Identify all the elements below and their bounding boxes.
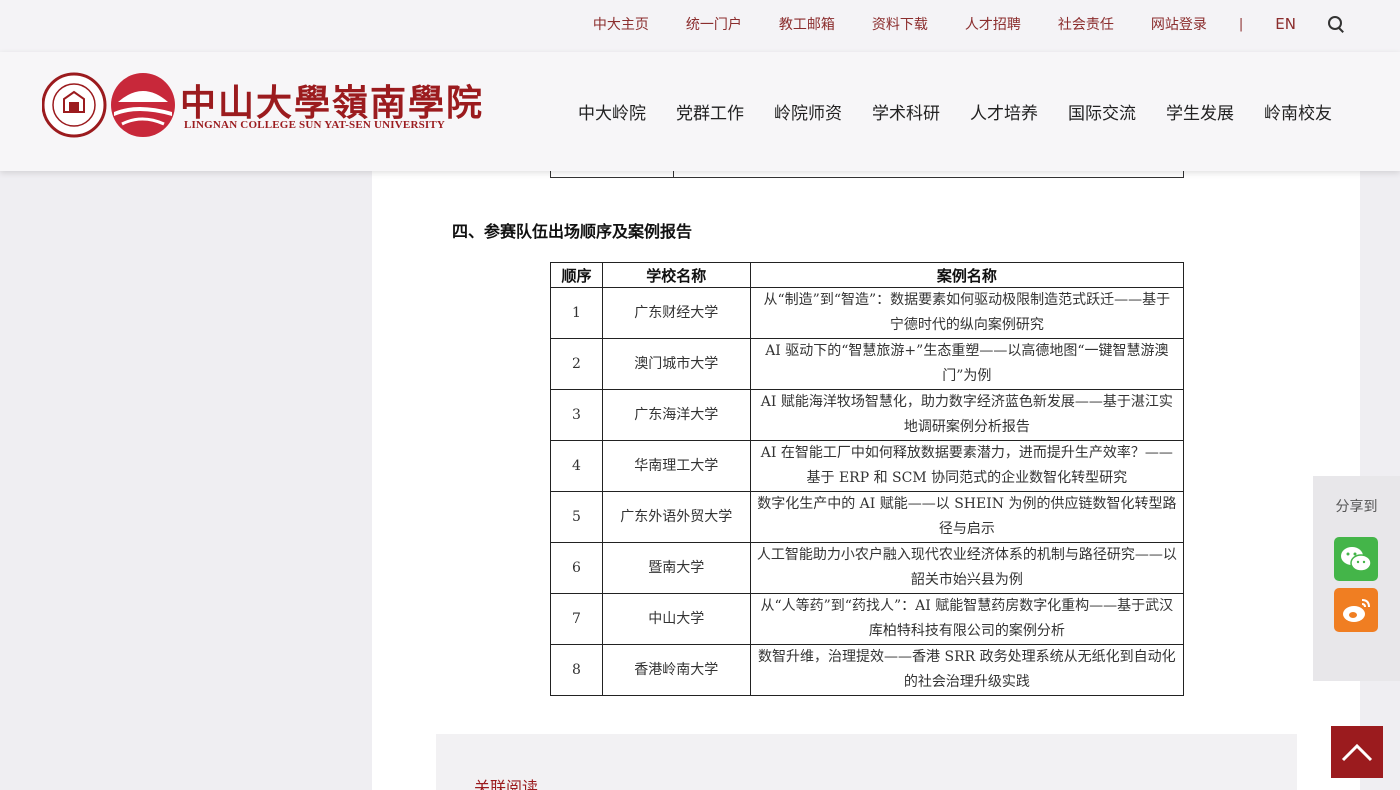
cell-case: 数智升维，治理提效——香港 SRR 政务处理系统从无纸化到自动化的社会治理升级实…	[749, 644, 1185, 696]
site-header: 中山大學嶺南學院 LINGNAN COLLEGE SUN YAT-SEN UNI…	[0, 52, 1400, 171]
cell-school: 华南理工大学	[601, 440, 751, 492]
cell-case: 从“制造”到“智造”：数据要素如何驱动极限制造范式跃迁——基于宁德时代的纵向案例…	[749, 287, 1185, 339]
cell-school: 广东财经大学	[601, 287, 751, 339]
article-content: 四、参赛队伍出场顺序及案例报告 顺序 学校名称 案例名称 1 广东财经大学 从“…	[372, 160, 1360, 790]
cell-order: 3	[550, 389, 603, 441]
site-logo[interactable]: 中山大學嶺南學院 LINGNAN COLLEGE SUN YAT-SEN UNI…	[41, 72, 482, 142]
share-panel: 分享到	[1313, 476, 1400, 681]
nav-item-faculty[interactable]: 岭院师资	[774, 99, 842, 124]
related-reading-label: 关联阅读	[474, 778, 539, 790]
search-icon[interactable]	[1328, 16, 1344, 33]
cell-case: 人工智能助力小农户融入现代农业经济体系的机制与路径研究——以韶关市始兴县为例	[749, 542, 1185, 594]
team-order-table: 顺序 学校名称 案例名称 1 广东财经大学 从“制造”到“智造”：数据要素如何驱…	[550, 262, 1185, 696]
table-row: 1 广东财经大学 从“制造”到“智造”：数据要素如何驱动极限制造范式跃迁——基于…	[550, 287, 1185, 339]
cell-order: 8	[550, 644, 603, 696]
wechat-icon[interactable]	[1334, 537, 1378, 581]
column-header-case: 案例名称	[749, 262, 1185, 288]
table-header-row: 顺序 学校名称 案例名称	[550, 262, 1185, 288]
nav-item-alumni[interactable]: 岭南校友	[1264, 99, 1332, 124]
utility-divider: |	[1238, 16, 1244, 32]
column-header-school: 学校名称	[601, 262, 751, 288]
cell-case: AI 在智能工厂中如何释放数据要素潜力，进而提升生产效率？——基于 ERP 和 …	[749, 440, 1185, 492]
utility-link-portal[interactable]: 统一门户	[686, 14, 742, 34]
nav-item-education[interactable]: 人才培养	[970, 99, 1038, 124]
share-title: 分享到	[1335, 499, 1378, 515]
utility-link-social-responsibility[interactable]: 社会责任	[1058, 14, 1114, 34]
nav-item-research[interactable]: 学术科研	[872, 99, 940, 124]
cell-order: 1	[550, 287, 603, 339]
cell-school: 广东外语外贸大学	[601, 491, 751, 543]
cell-school: 暨南大学	[601, 542, 751, 594]
logo-english-name: LINGNAN COLLEGE SUN YAT-SEN UNIVERSITY	[184, 119, 446, 131]
main-nav: 中大岭院 党群工作 岭院师资 学术科研 人才培养 国际交流 学生发展 岭南校友	[548, 52, 1332, 171]
table-row: 3 广东海洋大学 AI 赋能海洋牧场智慧化，助力数字经济蓝色新发展——基于湛江实…	[550, 389, 1185, 441]
utility-link-email[interactable]: 教工邮箱	[779, 14, 835, 34]
utility-link-login[interactable]: 网站登录	[1151, 14, 1207, 34]
table-row: 2 澳门城市大学 AI 驱动下的“智慧旅游+”生态重塑——以高德地图“一键智慧游…	[550, 338, 1185, 390]
table-row: 4 华南理工大学 AI 在智能工厂中如何释放数据要素潜力，进而提升生产效率？——…	[550, 440, 1185, 492]
cell-order: 7	[550, 593, 603, 645]
utility-bar: 中大主页 统一门户 教工邮箱 资料下载 人才招聘 社会责任 网站登录 | EN	[0, 0, 1400, 52]
cell-case: 从“人等药”到“药找人”：AI 赋能智慧药房数字化重构——基于武汉库柏特科技有限…	[749, 593, 1185, 645]
page: 中大主页 统一门户 教工邮箱 资料下载 人才招聘 社会责任 网站登录 | EN	[0, 0, 1400, 790]
utility-links: 中大主页 统一门户 教工邮箱 资料下载 人才招聘 社会责任 网站登录 | EN	[556, 0, 1344, 48]
cell-school: 澳门城市大学	[601, 338, 751, 390]
nav-item-about[interactable]: 中大岭院	[578, 99, 646, 124]
table-row: 6 暨南大学 人工智能助力小农户融入现代农业经济体系的机制与路径研究——以韶关市…	[550, 542, 1185, 594]
university-seal-icon	[41, 72, 175, 138]
back-to-top-button[interactable]	[1331, 726, 1383, 778]
cell-order: 5	[550, 491, 603, 543]
table-row: 7 中山大学 从“人等药”到“药找人”：AI 赋能智慧药房数字化重构——基于武汉…	[550, 593, 1185, 645]
cell-order: 4	[550, 440, 603, 492]
cell-school: 香港岭南大学	[601, 644, 751, 696]
related-reading-section: 关联阅读	[436, 734, 1297, 790]
nav-item-international[interactable]: 国际交流	[1068, 99, 1136, 124]
table-row: 8 香港岭南大学 数智升维，治理提效——香港 SRR 政务处理系统从无纸化到自动…	[550, 644, 1185, 696]
nav-item-students[interactable]: 学生发展	[1166, 99, 1234, 124]
utility-link-downloads[interactable]: 资料下载	[872, 14, 928, 34]
utility-link-recruitment[interactable]: 人才招聘	[965, 14, 1021, 34]
chevron-up-icon	[1341, 743, 1373, 762]
cell-school: 广东海洋大学	[601, 389, 751, 441]
column-header-order: 顺序	[550, 262, 603, 288]
cell-case: 数字化生产中的 AI 赋能——以 SHEIN 为例的供应链数智化转型路径与启示	[749, 491, 1185, 543]
weibo-icon[interactable]	[1334, 588, 1378, 632]
nav-item-party[interactable]: 党群工作	[676, 99, 744, 124]
language-switch[interactable]: EN	[1275, 15, 1296, 33]
section-title: 四、参赛队伍出场顺序及案例报告	[452, 222, 693, 241]
cell-case: AI 驱动下的“智慧旅游+”生态重塑——以高德地图“一键智慧游澳门”为例	[749, 338, 1185, 390]
cell-school: 中山大学	[601, 593, 751, 645]
cell-order: 6	[550, 542, 603, 594]
utility-link-homepage[interactable]: 中大主页	[593, 14, 649, 34]
cell-order: 2	[550, 338, 603, 390]
table-row: 5 广东外语外贸大学 数字化生产中的 AI 赋能——以 SHEIN 为例的供应链…	[550, 491, 1185, 543]
cell-case: AI 赋能海洋牧场智慧化，助力数字经济蓝色新发展——基于湛江实地调研案例分析报告	[749, 389, 1185, 441]
